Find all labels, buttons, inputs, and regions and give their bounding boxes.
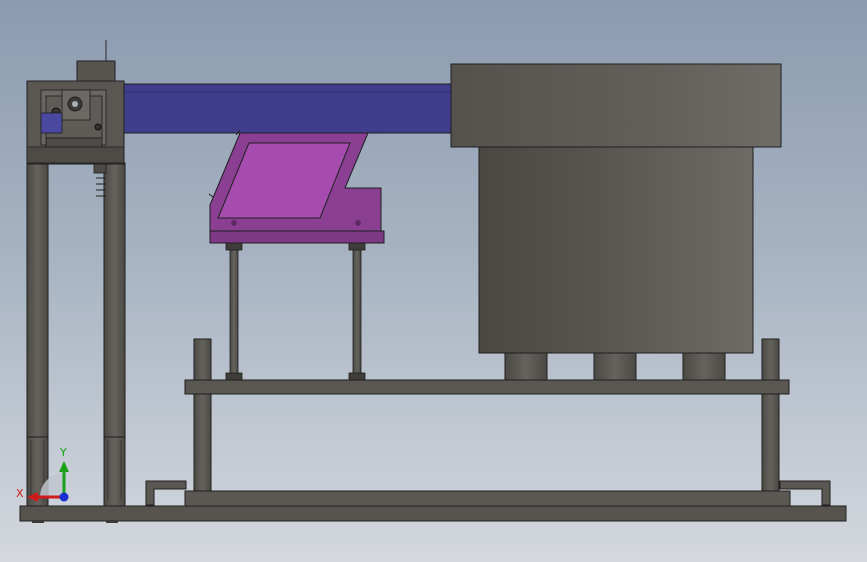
- y-axis-label: Y: [59, 446, 67, 459]
- guide-post-left[interactable]: [193, 338, 212, 492]
- guide-post-right[interactable]: [761, 338, 780, 492]
- angled-chute[interactable]: [208, 129, 385, 244]
- vibratory-bowl-body[interactable]: [478, 145, 754, 354]
- middle-platform[interactable]: [184, 379, 790, 395]
- support-rod-right[interactable]: [352, 242, 362, 381]
- bolt-head: [94, 123, 102, 131]
- x-axis-label: X: [16, 487, 24, 500]
- bearing-base: [45, 137, 103, 148]
- assembly-view[interactable]: Y X: [0, 0, 867, 562]
- top-cap-block[interactable]: [76, 60, 116, 82]
- base-plate-foot-left: [32, 520, 44, 523]
- bowl-foot-2[interactable]: [593, 351, 637, 381]
- cad-viewport[interactable]: Y X: [0, 0, 867, 562]
- z-axis-dot: [59, 492, 69, 502]
- head-block-base: [26, 146, 125, 164]
- left-post-inner[interactable]: [103, 162, 126, 507]
- base-plate[interactable]: [19, 505, 847, 522]
- bowl-foot-1[interactable]: [504, 351, 548, 381]
- rod-nut: [225, 242, 243, 251]
- support-rod-left[interactable]: [229, 242, 239, 381]
- y-axis-arrowhead: [59, 461, 69, 472]
- rod-nut: [348, 242, 366, 251]
- bowl-foot-3[interactable]: [682, 351, 726, 381]
- left-post-outer[interactable]: [26, 162, 49, 507]
- base-plate-foot-mid: [106, 520, 118, 523]
- tray-hook-left: [145, 480, 187, 506]
- bearing-bore: [72, 101, 78, 107]
- bottom-tray[interactable]: [184, 490, 791, 507]
- horizontal-rail[interactable]: [123, 83, 455, 134]
- rail-left-extension: [40, 112, 63, 134]
- vibratory-bowl-top[interactable]: [450, 63, 782, 148]
